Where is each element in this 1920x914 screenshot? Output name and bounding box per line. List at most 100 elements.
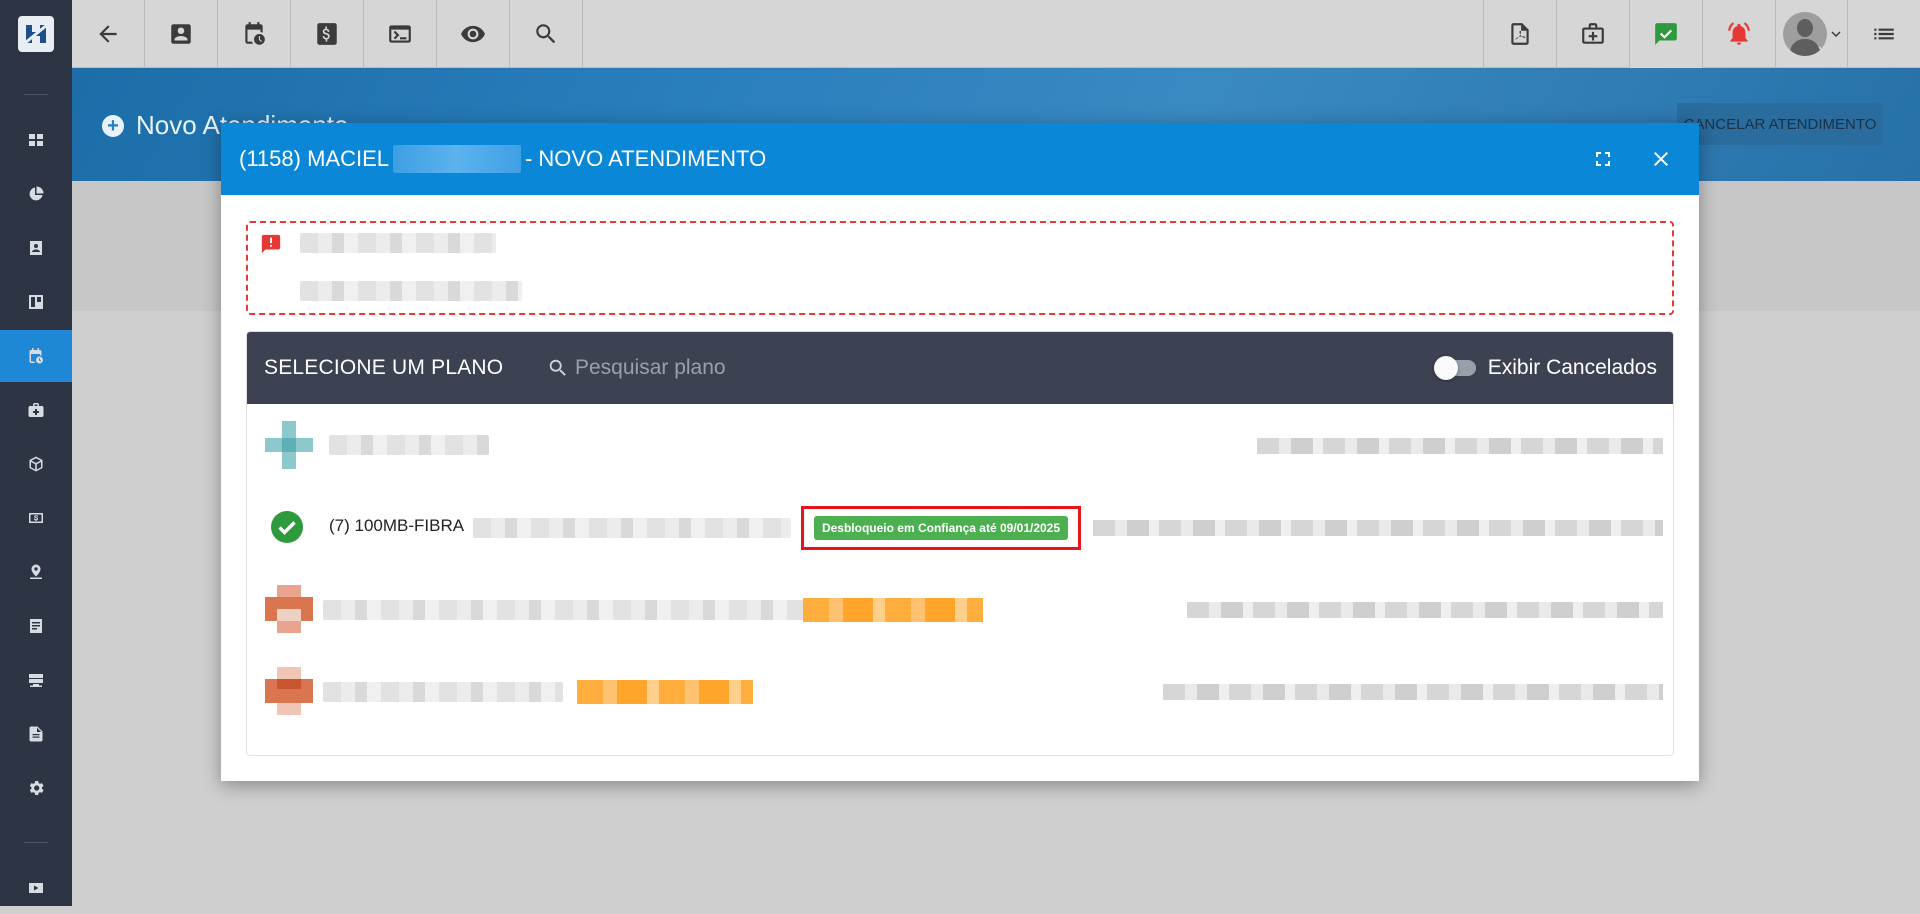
schedule-icon (29, 348, 43, 364)
settings-icon (29, 781, 44, 795)
redacted-plan-details (1093, 520, 1663, 536)
back-arrow-icon (99, 25, 117, 43)
sidebar-item-finance[interactable] (0, 492, 72, 544)
pdf-icon (1511, 23, 1529, 45)
online-status-dot (1810, 46, 1823, 56)
redacted-plan-badge (803, 598, 983, 622)
pdf-button[interactable] (1483, 0, 1556, 68)
pie-chart-icon (29, 186, 44, 201)
redacted-plan-badge (577, 680, 753, 704)
sidebar-item-servers[interactable] (0, 654, 72, 706)
new-attendance-modal: (1158) MACIEL - NOVO ATENDIMENTO SELECIO… (221, 123, 1699, 781)
sidebar-item-map[interactable] (0, 546, 72, 598)
list-icon (30, 619, 42, 633)
plan-search-input[interactable]: Pesquisar plano (575, 356, 726, 380)
cancel-attendance-button[interactable]: CANCELAR ATENDIMENTO (1677, 103, 1883, 145)
briefcase-icon (1582, 23, 1604, 44)
close-icon[interactable] (1649, 147, 1673, 171)
menu-button[interactable] (1847, 0, 1920, 68)
package-icon (29, 456, 43, 472)
sidebar-item-settings[interactable] (0, 762, 72, 814)
sidebar-item-products[interactable] (0, 438, 72, 490)
server-icon (29, 674, 43, 687)
tasks-button[interactable] (1629, 0, 1702, 68)
briefcase-icon (28, 403, 44, 417)
sidebar (0, 68, 72, 906)
money-icon (29, 513, 43, 523)
plan-status-icon (265, 421, 313, 469)
toggle-label: Exibir Cancelados (1487, 356, 1657, 379)
redacted-plan-details (1257, 438, 1663, 454)
plan-name: (7) 100MB-FIBRA (329, 516, 465, 535)
schedule-icon (245, 22, 265, 45)
show-cancelled-toggle[interactable]: Exibir Cancelados (1433, 332, 1657, 404)
sidebar-divider (24, 842, 48, 843)
terminal-button[interactable] (364, 0, 437, 68)
plan-selector: SELECIONE UM PLANO Pesquisar plano Exibi… (246, 331, 1674, 756)
modal-title-prefix: (1158) MACIEL (239, 146, 389, 171)
alarms-button[interactable] (1702, 0, 1775, 68)
sidebar-item-dashboard[interactable] (0, 114, 72, 166)
redacted-plan-name (323, 682, 563, 702)
view-button[interactable] (437, 0, 510, 68)
search-button[interactable] (510, 0, 583, 68)
sidebar-item-contacts[interactable] (0, 222, 72, 274)
modal-header: (1158) MACIEL - NOVO ATENDIMENTO (221, 123, 1699, 195)
sidebar-item-board[interactable] (0, 276, 72, 328)
customer-alert (246, 221, 1674, 315)
redacted-alert-line (300, 281, 522, 301)
badge-highlight: Desbloqueio em Confiança até 09/01/2025 (801, 506, 1081, 550)
alert-message-icon (261, 234, 281, 254)
avatar (1782, 12, 1827, 56)
document-icon (29, 726, 43, 742)
board-icon (29, 295, 43, 309)
search-icon (536, 24, 556, 44)
redacted-alert-line (300, 233, 496, 253)
terminal-icon (389, 25, 411, 43)
map-pin-icon (30, 564, 42, 579)
plan-row[interactable] (247, 404, 1673, 486)
redacted-plan-name (329, 435, 489, 455)
dashboard-icon (29, 134, 43, 146)
briefcase-button[interactable] (1556, 0, 1629, 68)
plan-selector-title: SELECIONE UM PLANO (264, 356, 504, 379)
dollar-icon (317, 23, 337, 45)
user-menu[interactable] (1775, 0, 1847, 68)
sidebar-item-schedule[interactable] (0, 330, 72, 382)
eye-icon (461, 25, 485, 43)
sidebar-item-reports[interactable] (0, 168, 72, 220)
redacted-plan-name (323, 600, 803, 620)
finance-button[interactable] (291, 0, 364, 68)
contact-icon (30, 241, 42, 255)
modal-header-actions (1591, 123, 1673, 195)
app-logo[interactable] (0, 0, 72, 68)
plan-search[interactable]: Pesquisar plano (547, 332, 726, 404)
search-icon (549, 359, 566, 376)
contacts-button[interactable] (145, 0, 218, 68)
logo-mark (18, 16, 54, 52)
task-check-icon (1655, 23, 1677, 45)
redacted-plan-suffix (473, 518, 791, 538)
toolbar-right (1483, 0, 1920, 68)
trust-unlock-badge: Desbloqueio em Confiança até 09/01/2025 (813, 516, 1069, 540)
redacted-plan-details (1163, 684, 1663, 700)
plan-row-active[interactable]: (7) 100MB-FIBRA Desbloqueio em Confiança… (247, 486, 1673, 568)
plan-selector-header: SELECIONE UM PLANO Pesquisar plano Exibi… (247, 332, 1673, 404)
top-toolbar (0, 0, 1920, 68)
back-button[interactable] (72, 0, 145, 68)
toggle-switch[interactable] (1433, 356, 1476, 380)
plan-status-icon (265, 585, 313, 633)
fullscreen-icon[interactable] (1591, 147, 1615, 171)
sidebar-item-documents[interactable] (0, 708, 72, 760)
video-icon (29, 883, 43, 893)
plan-row[interactable] (247, 568, 1673, 650)
contact-card-icon (171, 24, 191, 44)
check-circle-icon (271, 511, 303, 543)
sidebar-item-video[interactable] (0, 862, 72, 914)
plan-row[interactable] (247, 650, 1673, 732)
redacted-name (392, 145, 521, 173)
schedule-button[interactable] (218, 0, 291, 68)
sidebar-divider (24, 94, 48, 95)
sidebar-item-services[interactable] (0, 384, 72, 436)
sidebar-item-list[interactable] (0, 600, 72, 652)
